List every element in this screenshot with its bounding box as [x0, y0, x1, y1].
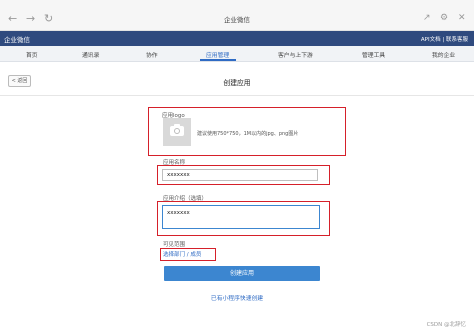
logo-hint: 建议使用750*750，1M以内的jpg、png图片: [197, 131, 299, 137]
active-menu-underline: [200, 59, 236, 61]
brand-name[interactable]: 企业微信: [4, 34, 30, 44]
settings-icon[interactable]: ⚙: [440, 13, 448, 24]
top-brand-bar: 企业微信 API文档 | 联系客服: [0, 31, 474, 46]
logo-upload[interactable]: [163, 118, 191, 146]
select-members-link[interactable]: 选择部门 / 成员: [163, 250, 201, 258]
camera-icon: [170, 124, 184, 136]
menu-item-app-management[interactable]: 应用管理: [206, 50, 229, 59]
api-doc-link[interactable]: API文档: [421, 37, 441, 43]
menu-item-management-tools[interactable]: 管理工具: [362, 50, 385, 59]
menu-item-home[interactable]: 首页: [26, 50, 38, 59]
menu-item-my-enterprise[interactable]: 我的企业: [432, 50, 455, 59]
menu-item-contacts[interactable]: 通讯录: [82, 50, 99, 59]
menu-item-collaboration[interactable]: 协作: [146, 50, 158, 59]
browser-title: 企业微信: [224, 16, 250, 24]
miniprogram-create-link[interactable]: 已有小程序快速创建: [0, 293, 474, 302]
share-icon[interactable]: ↗: [423, 13, 431, 24]
scope-label: 可见范围: [163, 242, 186, 248]
watermark: CSDN @北辞忆: [426, 322, 466, 328]
contact-link[interactable]: 联系客服: [446, 37, 468, 43]
main-menu: 首页 通讯录 协作 应用管理 客户与上下游 管理工具 我的企业: [0, 46, 474, 62]
menu-item-customers[interactable]: 客户与上下游: [278, 50, 313, 59]
browser-toolbar: ← → ↻ 企业微信 ↗ ⚙ ✕: [0, 0, 474, 31]
app-name-input[interactable]: xxxxxxx: [162, 169, 318, 181]
create-app-button[interactable]: 创建应用: [164, 266, 320, 281]
close-icon[interactable]: ✕: [458, 13, 466, 24]
header-divider: [0, 95, 474, 96]
app-intro-textarea[interactable]: xxxxxxx: [162, 205, 320, 229]
page-title: 创建应用: [223, 79, 251, 87]
topbar-links: API文档 | 联系客服: [421, 35, 468, 43]
page-header: < 返回 创建应用: [0, 62, 474, 92]
